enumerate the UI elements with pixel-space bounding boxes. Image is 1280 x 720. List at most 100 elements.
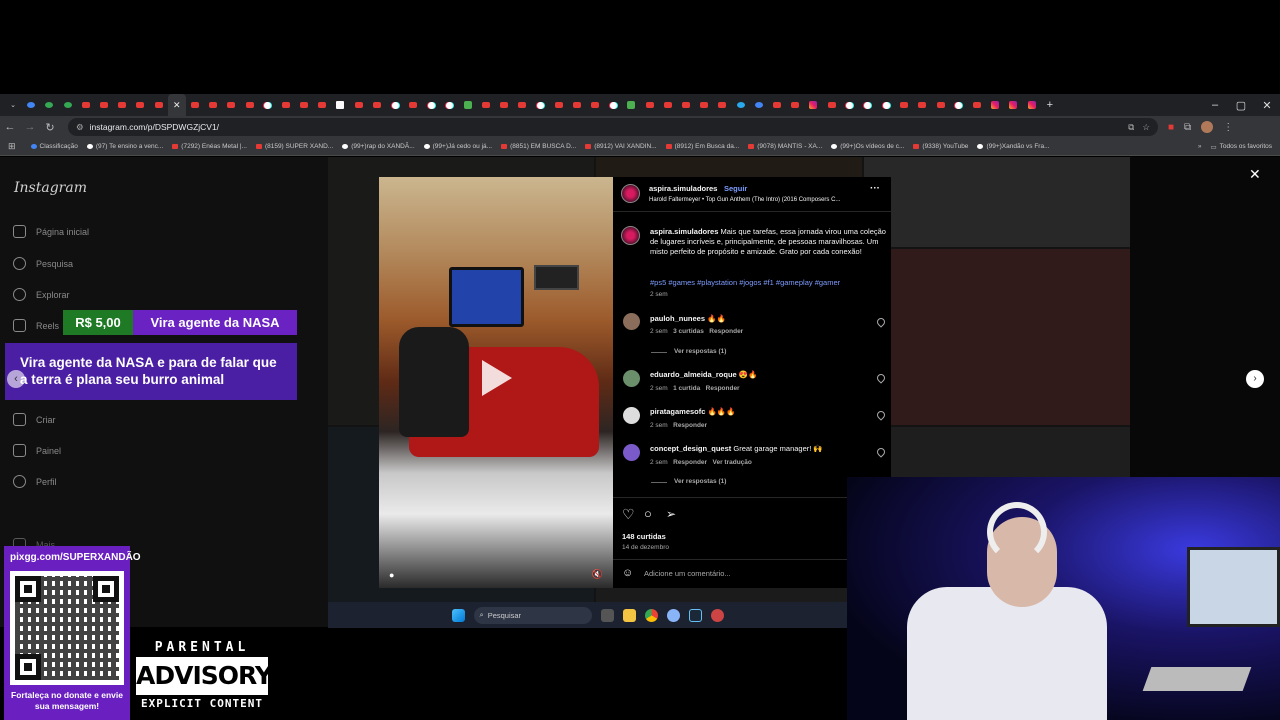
- nav-create[interactable]: Criar: [13, 413, 56, 426]
- reply-button[interactable]: Responder: [709, 328, 743, 335]
- instagram-logo[interactable]: Instagram: [14, 180, 87, 196]
- browser-tab[interactable]: [1023, 94, 1041, 116]
- close-window-button[interactable]: ✕: [1254, 99, 1280, 112]
- commenter-avatar[interactable]: [623, 313, 640, 330]
- previous-post-button[interactable]: ‹: [7, 370, 25, 388]
- taskbar-search[interactable]: ⌕ Pesquisar: [473, 606, 592, 624]
- bookmark-item[interactable]: (8912) VAI XANDIN...: [585, 143, 657, 150]
- bookmark-item[interactable]: (99+)rap do XANDÃ...: [342, 143, 415, 150]
- browser-tab[interactable]: [386, 94, 404, 116]
- task-view-icon[interactable]: [600, 608, 614, 622]
- browser-tab[interactable]: [841, 94, 859, 116]
- bookmark-item[interactable]: (99+)Xandão vs Fra...: [977, 143, 1049, 150]
- browser-tab[interactable]: [768, 94, 786, 116]
- bookmark-item[interactable]: (9338) YouTube: [913, 143, 968, 150]
- browser-tab[interactable]: [77, 94, 95, 116]
- browser-tab[interactable]: [786, 94, 804, 116]
- browser-tab[interactable]: [932, 94, 950, 116]
- commenter-avatar[interactable]: [623, 407, 640, 424]
- translate-button[interactable]: Ver tradução: [713, 459, 752, 466]
- like-comment-icon[interactable]: [875, 316, 887, 328]
- view-replies-button[interactable]: Ver respostas (1): [674, 347, 726, 357]
- close-icon[interactable]: ✕: [1249, 166, 1261, 183]
- author-avatar[interactable]: [621, 226, 640, 245]
- browser-tab[interactable]: [404, 94, 422, 116]
- browser-tab[interactable]: [713, 94, 731, 116]
- play-icon[interactable]: [482, 360, 512, 396]
- next-post-button[interactable]: ›: [1246, 370, 1264, 388]
- tag-user-icon[interactable]: ●: [389, 570, 394, 580]
- add-comment-input[interactable]: Adicione um comentário...: [644, 569, 731, 579]
- like-heart-icon[interactable]: ♡: [622, 507, 635, 521]
- close-tab-icon[interactable]: ✕: [173, 100, 181, 111]
- bookmark-item[interactable]: (7292) Enéas Metal |...: [172, 143, 247, 150]
- nav-dashboard[interactable]: Painel: [13, 444, 61, 457]
- reload-button[interactable]: ↻: [40, 121, 60, 134]
- comment-username[interactable]: eduardo_almeida_roque: [650, 370, 737, 379]
- browser-tab[interactable]: [822, 94, 840, 116]
- bookmark-item[interactable]: (9078) MANTIS - XA...: [748, 143, 822, 150]
- browser-tab[interactable]: [422, 94, 440, 116]
- browser-tab[interactable]: [695, 94, 713, 116]
- browser-tab[interactable]: [368, 94, 386, 116]
- comment-likes[interactable]: 1 curtida: [673, 385, 700, 392]
- chrome-icon[interactable]: [644, 608, 658, 622]
- browser-tab[interactable]: [59, 94, 77, 116]
- reply-button[interactable]: Responder: [673, 422, 707, 429]
- nav-profile[interactable]: Perfil: [13, 475, 57, 488]
- install-icon[interactable]: ⧉: [1128, 122, 1134, 133]
- browser-tab[interactable]: [586, 94, 604, 116]
- all-favorites-folder[interactable]: ▭ Todos os favoritos: [1210, 143, 1272, 151]
- browser-tab[interactable]: [513, 94, 531, 116]
- bookmark-item[interactable]: (99+)Já cedo ou já...: [423, 143, 492, 150]
- like-comment-icon[interactable]: [875, 446, 887, 458]
- steam-icon[interactable]: [688, 608, 702, 622]
- browser-tab[interactable]: [350, 94, 368, 116]
- bookmark-item[interactable]: Classificação: [30, 143, 78, 150]
- browser-tab[interactable]: [113, 94, 131, 116]
- minimize-button[interactable]: –: [1202, 99, 1228, 111]
- audio-track[interactable]: Harold Faltermeyer • Top Gun Anthem (The…: [649, 195, 869, 205]
- browser-tab[interactable]: [604, 94, 622, 116]
- browser-tab[interactable]: [259, 94, 277, 116]
- bookmark-item[interactable]: (8159) SUPER XAND...: [255, 143, 333, 150]
- nav-reels[interactable]: Reels: [13, 319, 59, 332]
- windows-start-icon[interactable]: [451, 608, 465, 622]
- tab-search-button[interactable]: ⌄: [4, 94, 22, 116]
- browser-tab[interactable]: [732, 94, 750, 116]
- browser-tab[interactable]: [677, 94, 695, 116]
- browser-tab[interactable]: [222, 94, 240, 116]
- nav-explore[interactable]: Explorar: [13, 288, 70, 301]
- commenter-avatar[interactable]: [623, 444, 640, 461]
- browser-tab[interactable]: [131, 94, 149, 116]
- extension-icon[interactable]: ■: [1168, 122, 1174, 133]
- reply-button[interactable]: Responder: [706, 385, 740, 392]
- site-info-icon[interactable]: ⚙: [76, 122, 84, 133]
- browser-tab[interactable]: [441, 94, 459, 116]
- menu-icon[interactable]: ⋮: [1223, 122, 1233, 133]
- browser-tab[interactable]: [550, 94, 568, 116]
- bookmark-star-icon[interactable]: ☆: [1142, 122, 1150, 133]
- author-username[interactable]: aspira.simuladores: [649, 184, 717, 194]
- browser-tab[interactable]: [1004, 94, 1022, 116]
- browser-tab[interactable]: [913, 94, 931, 116]
- comment-likes[interactable]: 3 curtidas: [673, 328, 704, 335]
- bookmark-item[interactable]: (97) Te ensino a venc...: [86, 143, 163, 150]
- commenter-avatar[interactable]: [623, 370, 640, 387]
- browser-tab[interactable]: [968, 94, 986, 116]
- browser-tab[interactable]: [750, 94, 768, 116]
- emoji-icon[interactable]: ☺: [622, 568, 633, 579]
- browser-tab[interactable]: [568, 94, 586, 116]
- browser-tab[interactable]: [95, 94, 113, 116]
- extensions-icon[interactable]: ⧉: [1184, 122, 1191, 133]
- reply-button[interactable]: Responder: [673, 459, 707, 466]
- browser-tab[interactable]: [531, 94, 549, 116]
- browser-tab[interactable]: [950, 94, 968, 116]
- url-input[interactable]: ⚙ instagram.com/p/DSPDWGZjCV1/ ⧉ ☆: [68, 118, 1158, 136]
- caption-author[interactable]: aspira.simuladores: [650, 227, 718, 236]
- nav-home[interactable]: Página inicial: [13, 225, 89, 238]
- like-comment-icon[interactable]: [875, 409, 887, 421]
- browser-tab[interactable]: [331, 94, 349, 116]
- like-comment-icon[interactable]: [875, 372, 887, 384]
- comment-username[interactable]: concept_design_quest: [650, 444, 731, 453]
